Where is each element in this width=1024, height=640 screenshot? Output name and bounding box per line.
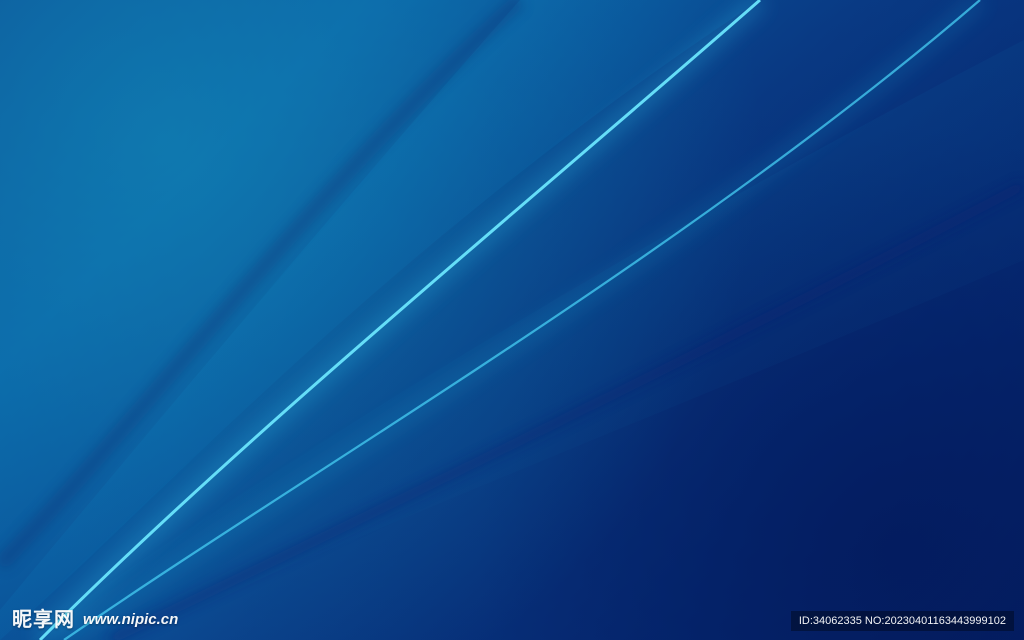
nipic-logo-text: 昵享网 [12,607,75,631]
light-waves-graphic [0,0,1024,640]
watermark-branding: 昵享网 www.nipic.cn [12,606,178,632]
watermark-url: www.nipic.cn [83,610,179,628]
deep-lower-arc [107,180,1024,640]
abstract-blue-wallpaper: 昵享网 www.nipic.cn ID:34062335 NO:20230401… [0,0,1024,640]
watermark-id-strip: ID:34062335 NO:20230401163443999102 [790,611,1014,631]
